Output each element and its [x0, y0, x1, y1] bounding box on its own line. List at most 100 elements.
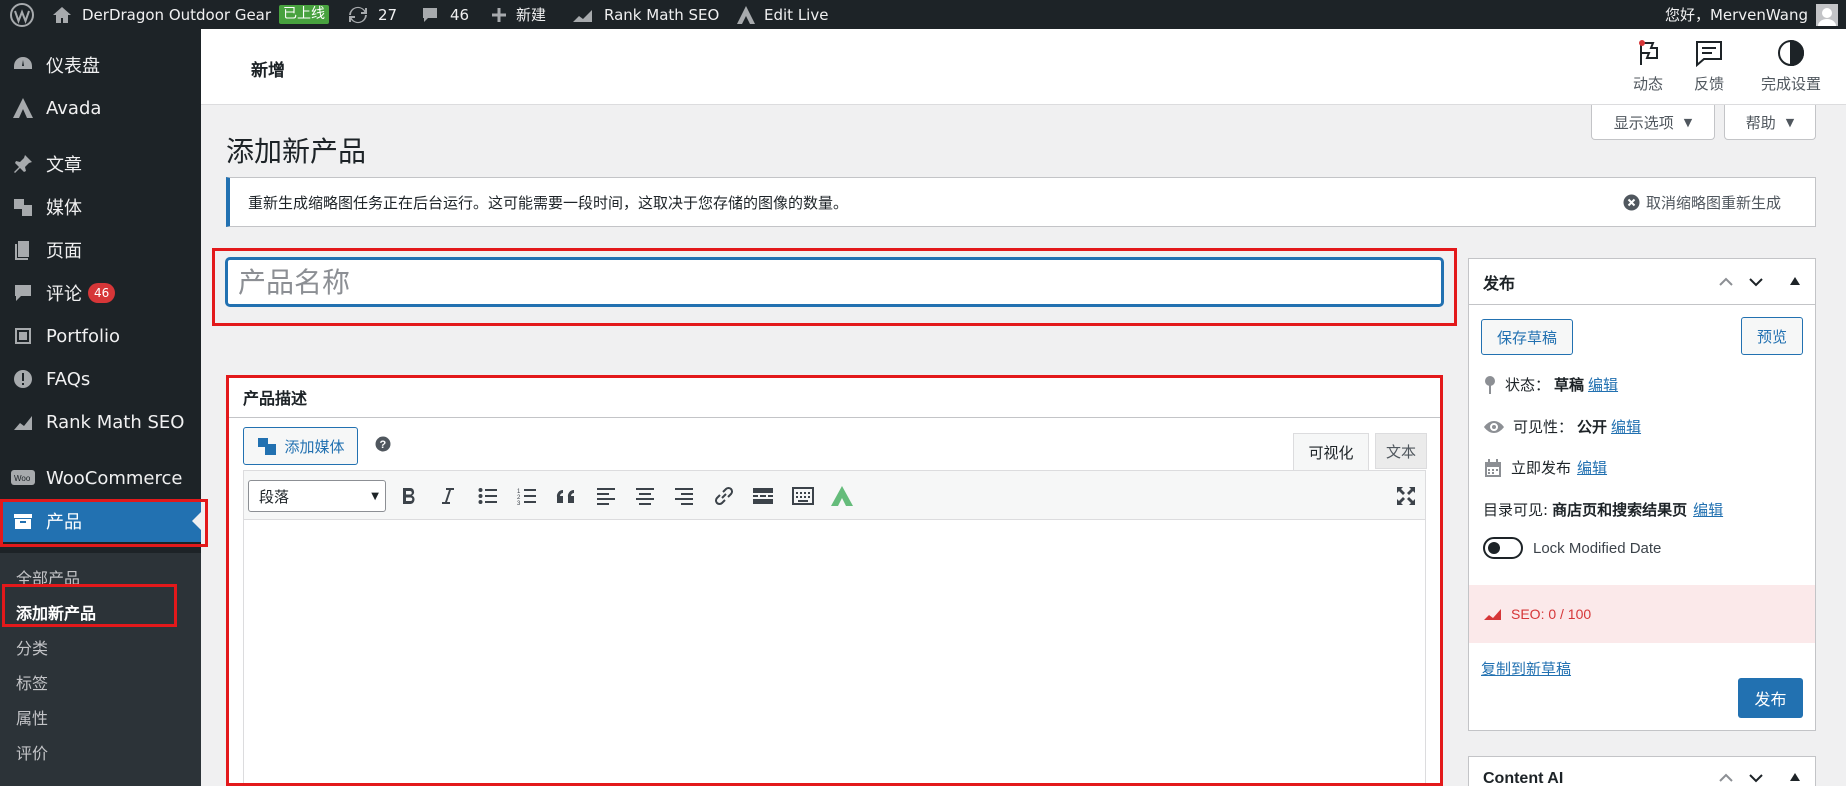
feedback-icon — [1694, 39, 1724, 73]
close-circle-icon — [1623, 194, 1640, 211]
comments-count: 46 — [450, 5, 470, 24]
edit-live-label: Edit Live — [764, 5, 829, 24]
comments-link[interactable]: 46 — [420, 0, 469, 29]
catalog-value: 商店页和搜索结果页 — [1552, 501, 1688, 519]
page-header: 新增 动态 反馈 完成设置 — [201, 29, 1846, 105]
admin-sidebar: 仪表盘 Avada 文章 媒体 页面 评论 46 Portfolio FAQs … — [0, 29, 201, 786]
half-circle-icon — [1776, 39, 1806, 73]
edit-live-link[interactable]: Edit Live — [736, 0, 828, 29]
flag-icon — [1633, 39, 1663, 73]
sidebar-item-label: 页面 — [46, 241, 82, 262]
edit-visibility-link[interactable]: 编辑 — [1611, 416, 1641, 437]
chevron-up-icon[interactable] — [1717, 769, 1735, 786]
content-ai-box: Content AI — [1468, 756, 1816, 786]
avada-icon — [736, 5, 756, 25]
seo-score: SEO: 0 / 100 — [1511, 606, 1592, 622]
status-value: 草稿 — [1554, 376, 1585, 394]
sidebar-item-label: 媒体 — [46, 198, 82, 219]
site-name: DerDragon Outdoor Gear — [82, 5, 272, 24]
catalog-visibility-row: 目录可见: 商店页和搜索结果页 编辑 — [1483, 499, 1723, 520]
screen-options-button[interactable]: 显示选项 ▼ — [1591, 105, 1715, 140]
sidebar-item-rank-math[interactable]: Rank Math SEO — [0, 401, 201, 443]
live-badge: 已上线 — [279, 5, 330, 24]
finish-setup-button[interactable]: 完成设置 — [1761, 39, 1821, 94]
wordpress-logo-icon[interactable] — [10, 0, 34, 29]
highlight-product-description — [226, 375, 1443, 786]
cancel-regeneration-link[interactable]: 取消缩略图重新生成 — [1623, 192, 1781, 213]
caret-down-icon: ▼ — [1683, 115, 1693, 129]
edit-status-link[interactable]: 编辑 — [1588, 374, 1618, 395]
pin-icon — [0, 153, 46, 175]
rankmath-icon — [1483, 606, 1505, 622]
preview-button[interactable]: 预览 — [1741, 317, 1803, 355]
feedback-button[interactable]: 反馈 — [1694, 39, 1724, 94]
status-label: 状态： — [1505, 376, 1551, 394]
lock-modified-toggle[interactable] — [1483, 537, 1523, 559]
collapse-triangle-icon[interactable] — [1789, 276, 1801, 286]
submenu-tags[interactable]: 标签 — [16, 670, 48, 694]
visibility-value: 公开 — [1577, 418, 1608, 436]
status-row: 状态： 草稿 编辑 — [1483, 374, 1618, 395]
highlight-add-new-product — [2, 584, 177, 627]
updates-count: 27 — [378, 5, 398, 24]
highlight-product-name — [212, 248, 1457, 326]
feedback-label: 反馈 — [1694, 75, 1725, 93]
publish-button[interactable]: 发布 — [1738, 678, 1803, 718]
activity-button[interactable]: 动态 — [1633, 39, 1663, 94]
account-menu[interactable]: 您好，MervenWang — [1665, 0, 1838, 29]
sidebar-item-label: 评论 — [46, 284, 82, 305]
sidebar-item-label: 文章 — [46, 155, 82, 176]
help-label: 帮助 — [1745, 113, 1776, 132]
save-draft-button[interactable]: 保存草稿 — [1481, 319, 1573, 355]
copy-to-new-draft-link[interactable]: 复制到新草稿 — [1481, 658, 1571, 679]
seo-score-bar[interactable]: SEO: 0 / 100 — [1469, 585, 1815, 643]
chevron-down-icon[interactable] — [1747, 273, 1765, 291]
sidebar-item-portfolio[interactable]: Portfolio — [0, 315, 201, 357]
publish-time-row: 立即发布 编辑 — [1483, 457, 1607, 478]
help-button[interactable]: 帮助 ▼ — [1724, 105, 1816, 140]
faq-icon — [0, 368, 46, 390]
sidebar-item-media[interactable]: 媒体 — [0, 186, 201, 228]
eye-icon — [1483, 419, 1513, 435]
submenu-categories[interactable]: 分类 — [16, 635, 48, 659]
pin-icon — [1483, 375, 1505, 395]
edit-catalog-link[interactable]: 编辑 — [1693, 499, 1723, 520]
updates-link[interactable]: 27 — [348, 0, 397, 29]
woo-icon: Woo — [0, 469, 46, 487]
lock-modified-label: Lock Modified Date — [1533, 539, 1662, 557]
sidebar-item-faqs[interactable]: FAQs — [0, 358, 201, 400]
rankmath-icon — [0, 411, 46, 433]
sidebar-item-comments[interactable]: 评论 46 — [0, 272, 201, 314]
admin-bar: DerDragon Outdoor Gear 已上线 27 46 新建 Rank… — [0, 0, 1846, 29]
sidebar-item-pages[interactable]: 页面 — [0, 229, 201, 271]
avada-icon — [0, 97, 46, 119]
notice-text: 重新生成缩略图任务正在后台运行。这可能需要一段时间，这取决于您存储的图像的数量。 — [248, 193, 849, 212]
sidebar-item-avada[interactable]: Avada — [0, 87, 201, 129]
publish-time-value: 立即发布 — [1511, 459, 1572, 477]
edit-publish-time-link[interactable]: 编辑 — [1577, 457, 1607, 478]
sidebar-item-label: Portfolio — [46, 325, 121, 347]
calendar-icon — [1483, 458, 1511, 478]
rank-math-link[interactable]: Rank Math SEO — [572, 0, 719, 29]
sidebar-item-dashboard[interactable]: 仪表盘 — [0, 44, 201, 86]
sidebar-item-posts[interactable]: 文章 — [0, 143, 201, 185]
new-content-link[interactable]: 新建 — [490, 0, 546, 29]
home-icon — [52, 5, 72, 25]
collapse-triangle-icon[interactable] — [1789, 772, 1801, 782]
publish-box: 发布 保存草稿 预览 状态： 草稿 编辑 可见性： 公开 编辑 立即发布 编辑 … — [1468, 258, 1816, 731]
screen-options-label: 显示选项 — [1613, 113, 1674, 132]
updates-icon — [348, 5, 368, 25]
highlight-products-menu — [0, 499, 208, 547]
sidebar-item-label: WooCommerce — [46, 467, 183, 489]
dashboard-icon — [0, 54, 46, 76]
plus-icon — [490, 6, 508, 24]
submenu-attributes[interactable]: 属性 — [16, 705, 48, 729]
submenu-reviews[interactable]: 评价 — [16, 740, 48, 764]
content-ai-heading: Content AI — [1483, 770, 1564, 786]
site-name-link[interactable]: DerDragon Outdoor Gear 已上线 — [52, 0, 330, 29]
chevron-down-icon[interactable] — [1747, 769, 1765, 786]
sidebar-item-woocommerce[interactable]: Woo WooCommerce — [0, 457, 201, 499]
chevron-up-icon[interactable] — [1717, 273, 1735, 291]
comment-icon — [420, 5, 440, 25]
rankmath-icon — [572, 6, 594, 24]
